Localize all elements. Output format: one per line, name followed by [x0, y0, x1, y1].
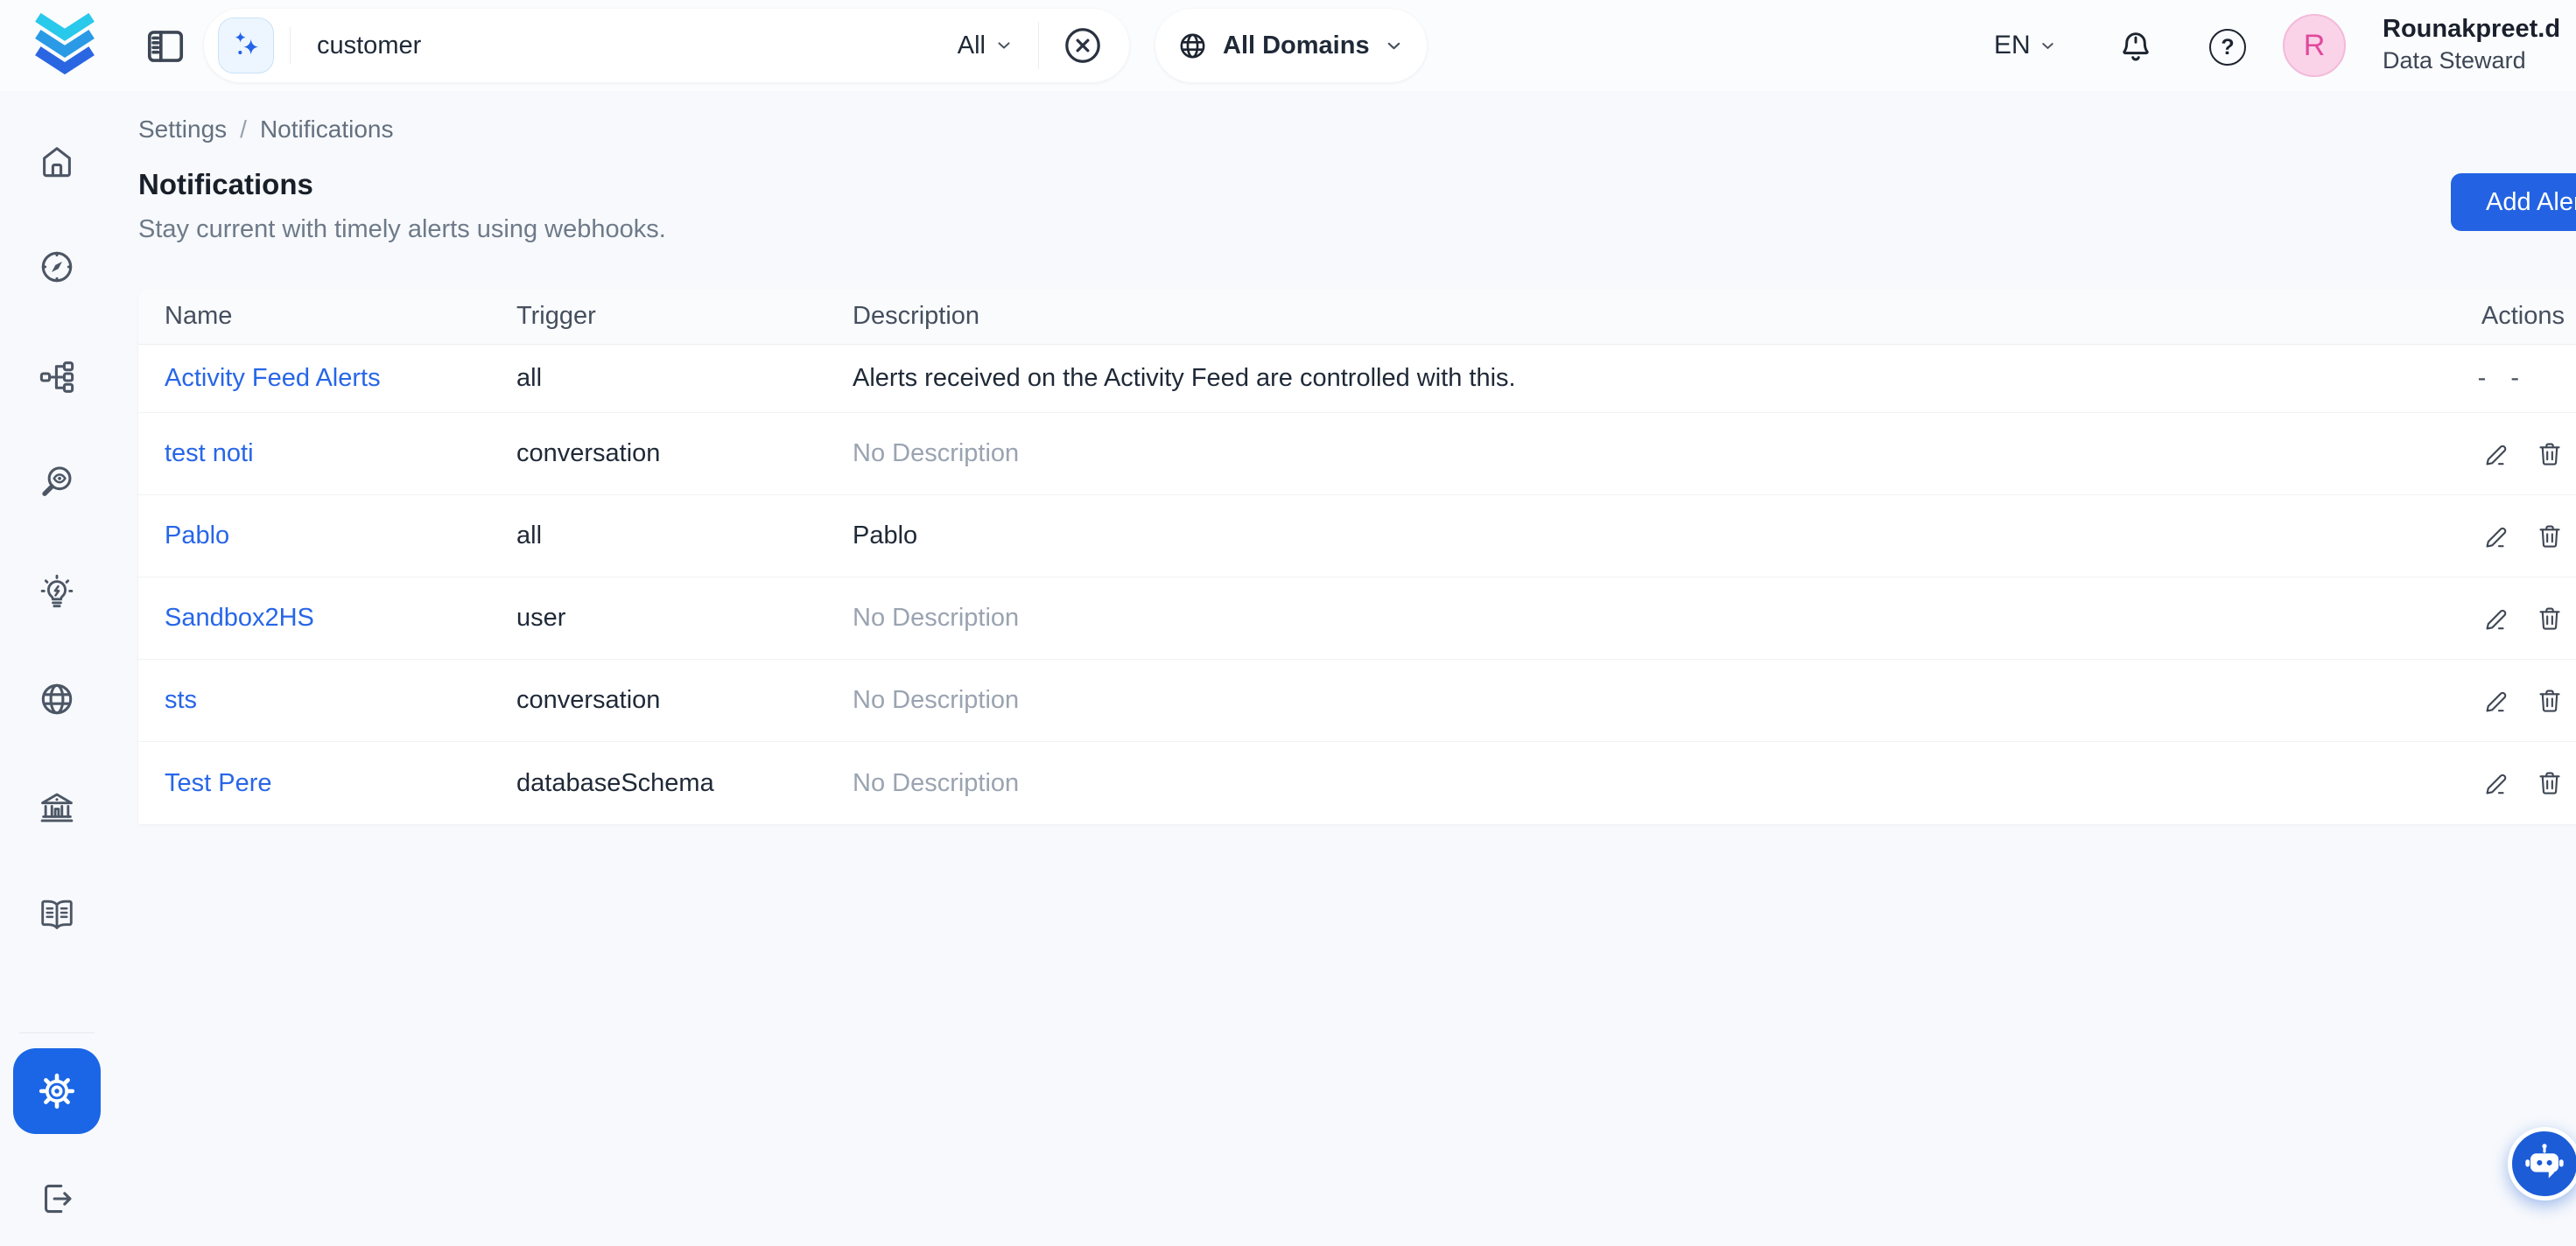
- user-menu[interactable]: Rounakpreet.d Data Steward: [2383, 12, 2560, 77]
- table-row: test noti conversation No Description: [138, 413, 2576, 495]
- sidebar-item-explore[interactable]: [37, 247, 77, 287]
- page-title: Notifications: [138, 168, 313, 201]
- alert-name-link[interactable]: Pablo: [165, 522, 229, 550]
- alert-trigger: user: [490, 604, 826, 633]
- table-header-row: Name Trigger Description Actions: [138, 289, 2576, 345]
- breadcrumb-separator: /: [240, 116, 247, 144]
- ai-search-chip[interactable]: [218, 18, 274, 74]
- sidebar-item-home[interactable]: [37, 142, 77, 182]
- home-icon: [37, 142, 77, 182]
- app-logo-icon[interactable]: [25, 5, 105, 86]
- alert-name-link[interactable]: Sandbox2HS: [165, 604, 314, 632]
- top-bar: All All Domains EN ? R Rounakpreet.d: [0, 0, 2576, 91]
- user-role: Data Steward: [2383, 46, 2560, 77]
- sidebar-item-domains[interactable]: [37, 679, 77, 719]
- avatar-initial: R: [2304, 29, 2326, 63]
- page-subtitle: Stay current with timely alerts using we…: [138, 215, 666, 244]
- sidebar-item-data-assets[interactable]: [37, 357, 77, 397]
- alert-trigger: all: [490, 364, 826, 393]
- breadcrumb: Settings / Notifications: [138, 116, 393, 144]
- alert-description: No Description: [826, 769, 2328, 798]
- sidebar-item-glossary[interactable]: [37, 894, 77, 934]
- edit-pencil-icon[interactable]: [2482, 604, 2512, 634]
- delete-trash-icon[interactable]: [2535, 686, 2565, 716]
- search-input[interactable]: [291, 32, 958, 60]
- chevron-down-icon: [2039, 37, 2057, 55]
- alert-description: No Description: [826, 439, 2328, 468]
- sidebar-item-settings-active[interactable]: [13, 1048, 101, 1134]
- insights-lightbulb-icon: [37, 572, 77, 612]
- no-actions-placeholder: - -: [2478, 364, 2528, 393]
- alert-description: Pablo: [826, 522, 2328, 550]
- delete-trash-icon[interactable]: [2535, 439, 2565, 469]
- alert-name-link[interactable]: sts: [165, 686, 197, 714]
- column-header-trigger: Trigger: [490, 302, 826, 331]
- chevron-down-icon: [1384, 36, 1404, 56]
- sidebar-item-govern[interactable]: [37, 788, 77, 828]
- close-circle-icon: [1060, 23, 1106, 68]
- chatbot-launcher[interactable]: [2508, 1127, 2576, 1200]
- delete-trash-icon[interactable]: [2535, 768, 2565, 798]
- sparkles-icon: [228, 28, 263, 63]
- edit-pencil-icon[interactable]: [2482, 439, 2512, 469]
- chevron-down-icon: [994, 36, 1014, 55]
- delete-trash-icon[interactable]: [2535, 522, 2565, 551]
- table-row: sts conversation No Description: [138, 660, 2576, 742]
- alert-description: Alerts received on the Activity Feed are…: [826, 364, 2328, 393]
- observability-magnifier-eye-icon: [37, 462, 77, 502]
- table-row: Test Pere databaseSchema No Description: [138, 742, 2576, 824]
- breadcrumb-notifications[interactable]: Notifications: [260, 116, 394, 144]
- notifications-table: Name Trigger Description Actions Activit…: [138, 289, 2576, 824]
- alert-name-link[interactable]: test noti: [165, 439, 254, 467]
- sidebar-item-observability[interactable]: [37, 462, 77, 502]
- domain-selector[interactable]: All Domains: [1155, 9, 1427, 82]
- search-scope-label: All: [958, 32, 986, 60]
- column-header-actions: Actions: [2328, 302, 2576, 331]
- edit-pencil-icon[interactable]: [2482, 522, 2512, 551]
- column-header-description: Description: [826, 302, 2328, 331]
- notifications-bell-icon[interactable]: [2116, 27, 2155, 66]
- alert-name-link[interactable]: Test Pere: [165, 769, 272, 797]
- table-row: Sandbox2HS user No Description: [138, 578, 2576, 660]
- table-row: Pablo all Pablo: [138, 495, 2576, 578]
- column-header-name: Name: [138, 302, 490, 331]
- help-icon[interactable]: ?: [2209, 29, 2246, 66]
- logout-icon: [37, 1179, 77, 1219]
- open-book-icon: [37, 894, 77, 934]
- bank-building-icon: [37, 788, 77, 828]
- table-row: Activity Feed Alerts all Alerts received…: [138, 345, 2576, 413]
- search-scope-dropdown[interactable]: All: [958, 32, 1035, 60]
- breadcrumb-settings[interactable]: Settings: [138, 116, 227, 144]
- add-alert-button[interactable]: Add Alert: [2451, 173, 2576, 231]
- sidebar-divider: [19, 1032, 95, 1033]
- compass-icon: [37, 247, 77, 287]
- alert-description: No Description: [826, 604, 2328, 633]
- left-nav-sidebar: [0, 91, 114, 1246]
- alert-description: No Description: [826, 686, 2328, 715]
- alert-trigger: all: [490, 522, 826, 550]
- domain-selector-label: All Domains: [1223, 32, 1370, 60]
- edit-pencil-icon[interactable]: [2482, 768, 2512, 798]
- sidebar-toggle-icon[interactable]: [143, 24, 188, 69]
- language-selector[interactable]: EN: [1994, 0, 2057, 91]
- global-search-bar: All: [204, 9, 1129, 82]
- alert-trigger: conversation: [490, 686, 826, 715]
- avatar[interactable]: R: [2283, 14, 2346, 77]
- user-name: Rounakpreet.d: [2383, 12, 2560, 46]
- language-label: EN: [1994, 31, 2031, 60]
- sidebar-item-insights[interactable]: [37, 572, 77, 612]
- notifications-settings-page: { "topbar": { "search": { "value": "cust…: [0, 0, 2576, 1246]
- alert-trigger: databaseSchema: [490, 769, 826, 798]
- lineage-tree-icon: [37, 357, 77, 397]
- edit-pencil-icon[interactable]: [2482, 686, 2512, 716]
- sidebar-item-logout[interactable]: [37, 1179, 77, 1219]
- globe-icon: [1176, 30, 1209, 62]
- alert-name-link[interactable]: Activity Feed Alerts: [165, 364, 381, 392]
- globe-icon: [37, 679, 77, 719]
- robot-icon: [2522, 1141, 2567, 1186]
- gear-icon: [36, 1070, 78, 1112]
- clear-search-button[interactable]: [1038, 22, 1106, 69]
- alert-trigger: conversation: [490, 439, 826, 468]
- delete-trash-icon[interactable]: [2535, 604, 2565, 634]
